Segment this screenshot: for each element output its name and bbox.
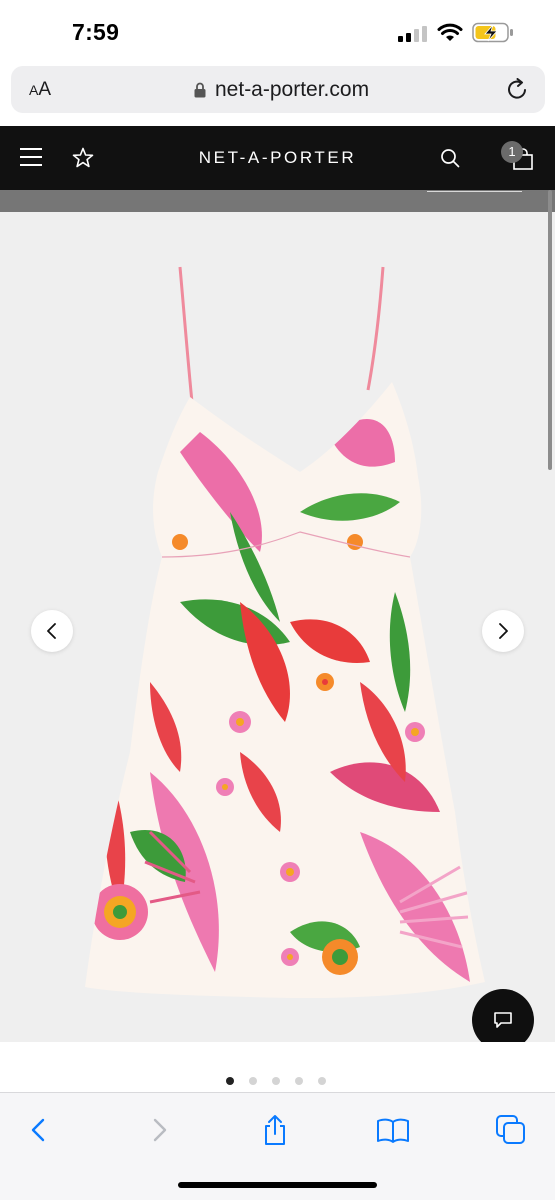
forward-icon[interactable]	[142, 1113, 176, 1147]
gallery-dot[interactable]	[295, 1077, 303, 1085]
product-gallery[interactable]	[0, 212, 555, 1042]
back-icon[interactable]	[22, 1113, 56, 1147]
text-size-small-label: A	[29, 82, 39, 98]
url-text: net-a-porter.com	[215, 78, 370, 101]
chevron-right-icon	[499, 623, 508, 639]
gallery-pagination	[226, 1077, 326, 1085]
bag-count-badge[interactable]: 1	[501, 141, 523, 163]
reload-icon[interactable]	[506, 78, 529, 101]
product-image[interactable]	[0, 212, 555, 1042]
address-bar[interactable]: AA net-a-porter.com	[11, 66, 545, 113]
tabs-icon[interactable]	[494, 1113, 528, 1147]
gallery-dot[interactable]	[249, 1077, 257, 1085]
chevron-left-icon	[47, 623, 56, 639]
url-display[interactable]: net-a-porter.com	[194, 78, 369, 102]
page: 7:59 AA net-a-porter.com NET-A-PORTER 1	[0, 0, 555, 1200]
text-size-large-label: A	[38, 79, 52, 100]
status-time: 7:59	[72, 19, 120, 45]
gallery-dot[interactable]	[226, 1077, 234, 1085]
chat-icon	[494, 1012, 512, 1028]
site-header: NET-A-PORTER	[0, 126, 555, 190]
previous-image-button[interactable]	[31, 610, 73, 652]
text-size-button[interactable]: AA	[29, 79, 51, 101]
next-image-button[interactable]	[482, 610, 524, 652]
gallery-dot[interactable]	[272, 1077, 280, 1085]
page-scrollbar[interactable]	[548, 190, 552, 470]
wifi-icon	[437, 23, 463, 41]
promo-link-underline[interactable]	[427, 191, 522, 192]
site-logo[interactable]: NET-A-PORTER	[0, 148, 555, 168]
home-indicator	[178, 1182, 377, 1188]
search-icon[interactable]	[440, 148, 460, 168]
cellular-signal-icon	[398, 26, 428, 42]
gallery-dot[interactable]	[318, 1077, 326, 1085]
bookmarks-icon[interactable]	[376, 1113, 410, 1147]
share-icon[interactable]	[258, 1113, 292, 1147]
promo-banner	[0, 190, 555, 212]
battery-icon	[472, 22, 513, 43]
lock-icon	[194, 82, 206, 98]
status-bar: 7:59	[0, 0, 555, 62]
